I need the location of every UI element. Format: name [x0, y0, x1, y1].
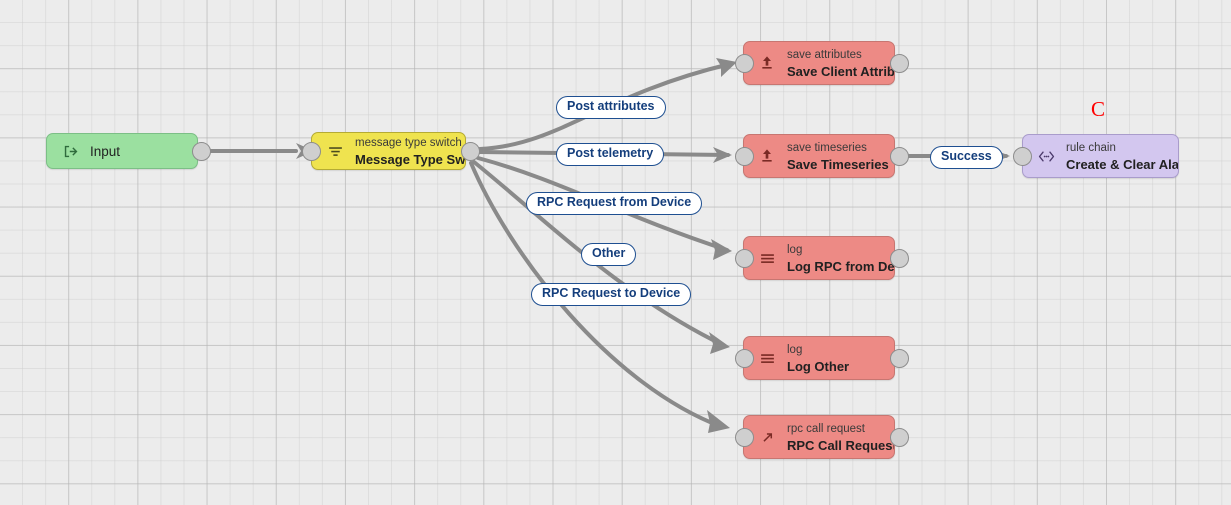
filter-icon — [324, 140, 346, 162]
node-log-rpc-from-device-text: log Log RPC from Device — [787, 240, 894, 276]
node-save-timeseries-text: save timeseries Save Timeseries — [787, 138, 889, 174]
port-save-client-attributes-out[interactable] — [890, 54, 909, 73]
node-message-type-switch[interactable]: message type switch Message Type Switch — [311, 132, 466, 170]
node-save-client-attributes-text: save attributes Save Client Attributes — [787, 45, 894, 81]
link-label-post-telemetry[interactable]: Post telemetry — [556, 143, 665, 166]
node-input-label: Input — [90, 143, 121, 159]
node-message-type-switch-text: message type switch Message Type Switch — [355, 133, 465, 169]
node-title-label: Create & Clear Alarm... — [1066, 157, 1178, 172]
link-label-post-attributes[interactable]: Post attributes — [556, 96, 666, 119]
port-rpc-call-request-in[interactable] — [735, 428, 754, 447]
node-input[interactable]: Input — [46, 133, 198, 169]
node-title-label: Message Type Switch — [355, 152, 465, 167]
node-title-label: Save Client Attributes — [787, 64, 894, 79]
node-type-label: save timeseries — [787, 142, 867, 155]
node-title-label: Log RPC from Device — [787, 259, 894, 274]
node-title-label: Log Other — [787, 359, 850, 374]
node-save-client-attributes[interactable]: save attributes Save Client Attributes — [743, 41, 895, 85]
log-lines-icon — [756, 247, 778, 269]
node-rpc-call-request[interactable]: rpc call request RPC Call Request — [743, 415, 895, 459]
port-save-timeseries-in[interactable] — [735, 147, 754, 166]
node-create-clear-alarm[interactable]: rule chain Create & Clear Alarm... — [1022, 134, 1179, 178]
node-create-clear-alarm-text: rule chain Create & Clear Alarm... — [1066, 138, 1178, 174]
input-arrow-icon — [59, 140, 81, 162]
diagonal-arrow-icon — [756, 426, 778, 448]
node-type-label: log — [787, 344, 803, 357]
port-log-rpc-from-device-out[interactable] — [890, 249, 909, 268]
node-type-label: rule chain — [1066, 142, 1116, 155]
port-log-rpc-from-device-in[interactable] — [735, 249, 754, 268]
link-label-rpc-request-to-device[interactable]: RPC Request to Device — [531, 283, 692, 306]
port-input-out[interactable] — [192, 142, 211, 161]
port-create-clear-alarm-in[interactable] — [1013, 147, 1032, 166]
port-save-client-attributes-in[interactable] — [735, 54, 754, 73]
node-type-label: log — [787, 244, 803, 257]
port-switch-in[interactable] — [302, 142, 321, 161]
port-log-other-in[interactable] — [735, 349, 754, 368]
rule-chain-icon — [1035, 145, 1057, 167]
port-switch-out[interactable] — [461, 142, 480, 161]
node-type-label: message type switch — [355, 137, 462, 150]
node-title-label: Save Timeseries — [787, 157, 889, 172]
node-log-other[interactable]: log Log Other — [743, 336, 895, 380]
cursor-marker: C — [1091, 97, 1106, 121]
node-rpc-call-request-text: rpc call request RPC Call Request — [787, 419, 894, 455]
port-save-timeseries-out[interactable] — [890, 147, 909, 166]
link-label-other[interactable]: Other — [581, 243, 637, 266]
node-type-label: save attributes — [787, 49, 862, 62]
log-lines-icon — [756, 347, 778, 369]
upload-icon — [756, 52, 778, 74]
node-log-rpc-from-device[interactable]: log Log RPC from Device — [743, 236, 895, 280]
node-save-timeseries[interactable]: save timeseries Save Timeseries — [743, 134, 895, 178]
node-title-label: RPC Call Request — [787, 438, 894, 453]
link-label-success[interactable]: Success — [930, 146, 1003, 169]
port-log-other-out[interactable] — [890, 349, 909, 368]
upload-icon — [756, 145, 778, 167]
node-log-other-text: log Log Other — [787, 340, 849, 376]
node-type-label: rpc call request — [787, 423, 865, 436]
port-rpc-call-request-out[interactable] — [890, 428, 909, 447]
link-label-rpc-request-from-device[interactable]: RPC Request from Device — [526, 192, 703, 215]
